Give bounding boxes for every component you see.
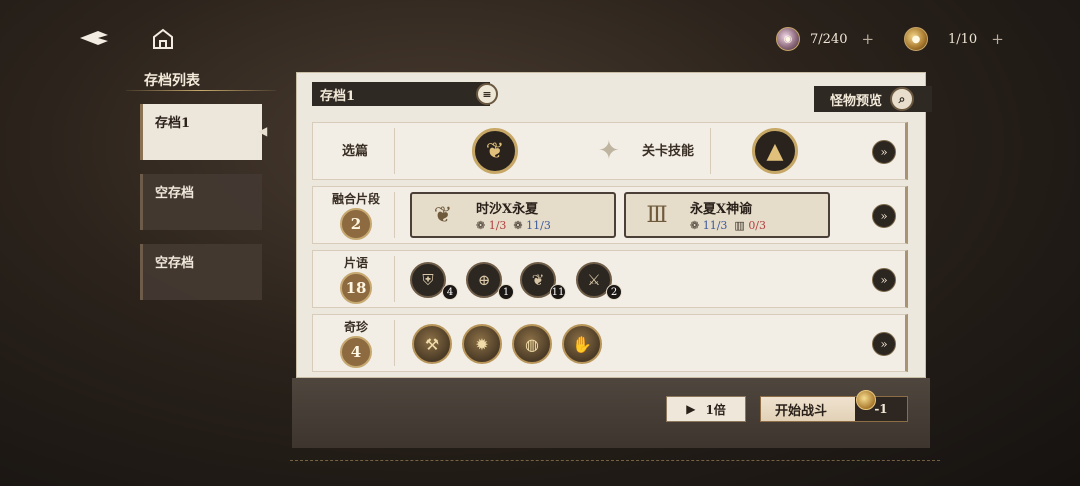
- ticket-coin-icon: [856, 390, 876, 410]
- ticket-orb-icon: ●: [904, 27, 928, 51]
- phrase-badge: 4: [442, 284, 458, 300]
- back-arrow-icon[interactable]: [78, 28, 110, 51]
- fusion-card-stat-2: 0/3: [748, 219, 767, 232]
- stamina-plus-button[interactable]: +: [861, 30, 874, 48]
- save-slot-label: 存档1: [155, 116, 191, 131]
- row-divider: [394, 192, 395, 238]
- monster-preview-button[interactable]: 怪物预览 ⌕: [814, 86, 932, 112]
- star-ornament-icon: ✦: [598, 136, 620, 166]
- fusion-count: 2: [340, 208, 372, 240]
- relics-label: 奇珍: [343, 320, 368, 334]
- relic-orb-icon[interactable]: ◍: [512, 324, 552, 364]
- save-list-divider: [126, 90, 276, 91]
- relics-expand-icon[interactable]: »: [872, 332, 896, 356]
- fusion-card-stat-1: 11/3: [702, 219, 728, 232]
- fusion-card-stats: ❁ 11/3 ▥ 0/3: [690, 219, 767, 232]
- stage-skill-emblem-icon[interactable]: ▲: [752, 128, 798, 174]
- save-slot-1[interactable]: 存档1: [140, 104, 262, 160]
- save-name-text: 存档1: [320, 88, 356, 104]
- fusion-card-1[interactable]: ❦ 时沙X永夏 ❁ 1/3 ❁ 11/3: [410, 192, 616, 238]
- phrases-expand-icon[interactable]: »: [872, 268, 896, 292]
- home-icon[interactable]: [152, 28, 174, 53]
- phrase-badge: 11: [550, 284, 566, 300]
- save-slot-label: 空存档: [155, 186, 195, 201]
- footer-dotted-line: [290, 460, 940, 461]
- fusion-card-stat-2: 11/3: [526, 219, 551, 232]
- relic-glove-icon[interactable]: ✋: [562, 324, 602, 364]
- start-battle-button[interactable]: 开始战斗 -1: [760, 396, 908, 422]
- save-name-header: 存档1 ≡: [312, 82, 498, 106]
- save-list-title: 存档列表: [144, 73, 200, 89]
- stamina-value: 7/240: [810, 31, 848, 47]
- phrase-badge: 2: [606, 284, 622, 300]
- fusion-card-emblem-icon: Ⅲ: [646, 202, 668, 228]
- fusion-card-stats: ❁ 1/3 ❁ 11/3: [476, 219, 551, 232]
- stage-skill-label: 关卡技能: [642, 144, 695, 159]
- phrase-shield-icon[interactable]: ⛨: [410, 262, 446, 298]
- save-slot-3[interactable]: 空存档: [140, 244, 262, 300]
- fusion-label: 融合片段: [331, 192, 380, 206]
- relic-sun-emblem-icon[interactable]: ✹: [462, 324, 502, 364]
- fusion-card-2[interactable]: Ⅲ 永夏X神谕 ❁ 11/3 ▥ 0/3: [624, 192, 830, 238]
- battle-speed-label: 1倍: [705, 402, 726, 417]
- phrase-compass-icon[interactable]: ⊕: [466, 262, 502, 298]
- phrases-count: 18: [340, 272, 372, 304]
- start-battle-label: 开始战斗: [775, 403, 828, 419]
- selection-expand-icon[interactable]: »: [872, 140, 896, 164]
- save-slot-label: 空存档: [155, 256, 195, 271]
- row-divider: [394, 128, 395, 174]
- save-slot-2[interactable]: 空存档: [140, 174, 262, 230]
- stamina-orb-icon: ◉: [776, 27, 800, 51]
- fusion-card-name: 永夏X神谕: [690, 202, 753, 217]
- relics-count: 4: [340, 336, 372, 368]
- search-icon: ⌕: [890, 87, 915, 111]
- ticket-plus-button[interactable]: +: [991, 30, 1004, 48]
- fusion-card-name: 时沙X永夏: [476, 202, 539, 217]
- phrases-label: 片语: [343, 256, 368, 270]
- fusion-card-emblem-icon: ❦: [433, 202, 453, 228]
- ticket-resource: ● 1/10 +: [904, 26, 1004, 52]
- play-icon: ▶: [686, 402, 696, 416]
- chapter-emblem-icon[interactable]: ❦: [472, 128, 518, 174]
- relic-pickaxe-icon[interactable]: ⚒: [412, 324, 452, 364]
- relics-row: [312, 314, 908, 372]
- fusion-expand-icon[interactable]: »: [872, 204, 896, 228]
- row-divider: [710, 128, 711, 174]
- document-icon[interactable]: ≡: [476, 83, 498, 105]
- monster-preview-label: 怪物预览: [830, 93, 883, 109]
- phrase-badge: 1: [498, 284, 514, 300]
- fusion-card-stat-1: 1/3: [488, 219, 507, 232]
- chapter-label: 选篇: [342, 144, 369, 159]
- row-divider: [394, 320, 395, 366]
- ticket-value: 1/10: [948, 31, 978, 47]
- selected-arrow-icon: ◀: [258, 124, 268, 138]
- stamina-resource: ◉ 7/240 +: [776, 26, 874, 52]
- row-divider: [394, 256, 395, 302]
- battle-speed-button[interactable]: ▶ 1倍: [666, 396, 746, 422]
